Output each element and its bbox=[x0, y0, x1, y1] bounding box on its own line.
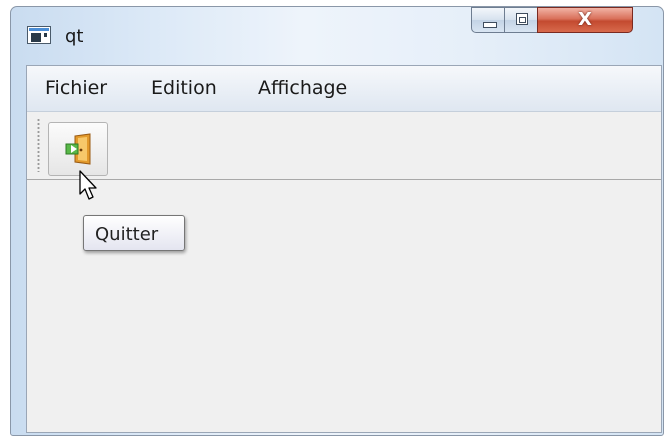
menu-affichage[interactable]: Affichage bbox=[258, 77, 347, 99]
mouse-cursor-icon bbox=[79, 170, 97, 200]
minimize-button[interactable] bbox=[471, 7, 505, 33]
maximize-button[interactable] bbox=[504, 7, 538, 33]
window-title: qt bbox=[65, 26, 84, 47]
toolbar-grip[interactable] bbox=[37, 118, 40, 172]
close-button[interactable]: X bbox=[537, 7, 633, 33]
quit-tool-button[interactable] bbox=[48, 122, 108, 176]
menu-edition[interactable]: Edition bbox=[151, 77, 217, 99]
menu-bar: Fichier Edition Affichage bbox=[27, 66, 661, 112]
menu-fichier[interactable]: Fichier bbox=[45, 77, 107, 99]
app-icon[interactable] bbox=[27, 26, 51, 44]
toolbar bbox=[27, 112, 661, 180]
close-icon: X bbox=[578, 9, 592, 30]
minimize-icon bbox=[483, 22, 497, 28]
title-bar[interactable]: qt X bbox=[11, 7, 663, 64]
tooltip: Quitter bbox=[83, 215, 185, 251]
exit-door-icon bbox=[65, 133, 91, 165]
maximize-icon bbox=[516, 13, 528, 25]
